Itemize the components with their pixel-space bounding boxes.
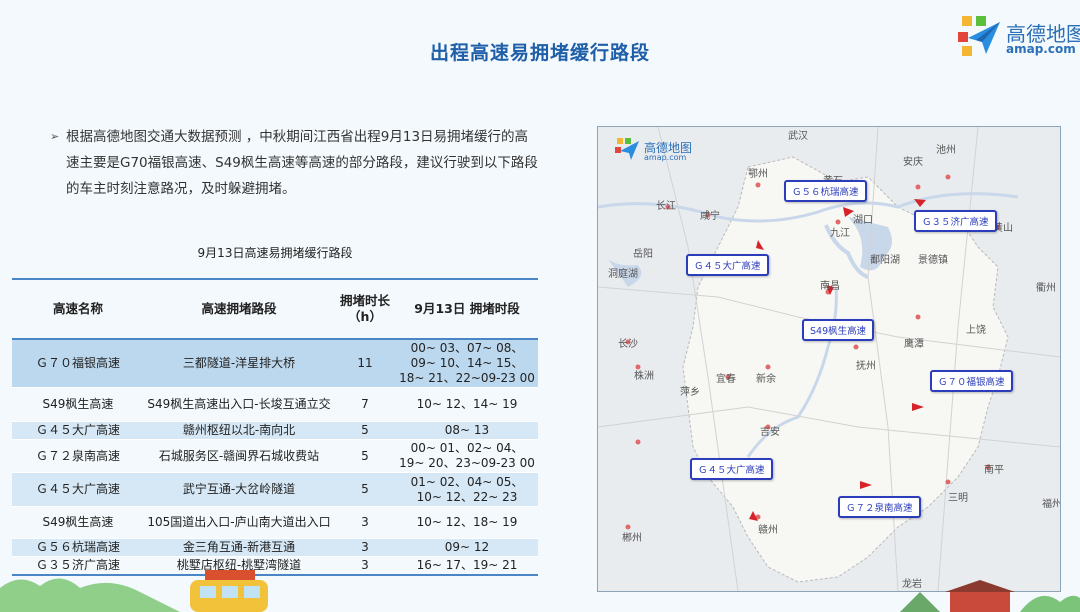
city-label: 鹰潭 xyxy=(904,339,924,350)
table-cell: Ｇ４５大广高速 xyxy=(12,472,144,507)
table-cell: 5 xyxy=(334,421,396,440)
table-row: Ｇ７０福银高速 三都隧道-洋星排大桥 11 00~ 03、07~ 08、09~ … xyxy=(12,339,538,388)
table-cell: Ｇ４５大广高速 xyxy=(12,421,144,440)
city-label: 抚州 xyxy=(856,361,876,372)
brand-logo: 高德地图 amap.com xyxy=(956,14,1080,66)
table-cell: 00~ 01、02~ 04、19~ 20、23~09-23 00 xyxy=(396,439,538,473)
city-label: 上饶 xyxy=(966,325,986,336)
table-cell: 三都隧道-洋星排大桥 xyxy=(144,339,334,388)
table-cell: 3 xyxy=(334,538,396,557)
city-label: 咸宁 xyxy=(700,211,720,222)
road-label-g70[interactable]: Ｇ７０福银高速 xyxy=(930,370,1013,392)
city-label: 鄱阳湖 xyxy=(870,255,900,266)
table-cell: 105国道出入口-庐山南大道出入口 xyxy=(144,506,334,539)
table-row: Ｇ４５大广高速 武宁互通-大岔岭隧道 5 01~ 02、04~ 05、10~ 1… xyxy=(12,472,538,507)
city-label: 新余 xyxy=(756,374,776,385)
city-label: 安庆 xyxy=(903,157,923,168)
city-label: 南昌 xyxy=(820,281,840,292)
table-cell: 08~ 13 xyxy=(396,421,538,440)
table-row: Ｇ４５大广高速 赣州枢纽以北-南向北 5 08~ 13 xyxy=(12,421,538,440)
page-title: 出程高速易拥堵缓行路段 xyxy=(429,42,650,64)
table-title: 9月13日高速易拥堵缓行路段 xyxy=(197,246,353,260)
column-header: 高速拥堵路段 xyxy=(144,278,334,340)
table-cell: 09~ 12 xyxy=(396,538,538,557)
city-label: 池州 xyxy=(936,145,956,156)
traffic-map[interactable]: 高德地图 amap.com 武汉 鄂州 黄石 安庆 池州 长江 咸宁 九江 湖口… xyxy=(597,126,1061,592)
city-label: 景德镇 xyxy=(918,255,948,266)
map-logo: 高德地图 amap.com xyxy=(614,137,724,167)
table-cell: 3 xyxy=(334,506,396,539)
road-label-g45-north[interactable]: Ｇ４５大广高速 xyxy=(686,254,769,276)
intro-text: 根据高德地图交通大数据预测 ，中秋期间江西省出程9月13日易拥堵缓行的高速主要是… xyxy=(66,129,538,197)
table-cell: 7 xyxy=(334,387,396,422)
table-row: Ｇ７２泉南高速 石城服务区-赣闽界石城收费站 5 00~ 01、02~ 04、1… xyxy=(12,439,538,473)
city-label: 湖口 xyxy=(853,215,873,226)
city-label: 赣州 xyxy=(758,525,778,536)
congestion-table: 高速名称 高速拥堵路段 拥堵时长（h） 9月13日 拥堵时段 Ｇ７０福银高速 三… xyxy=(12,278,538,576)
amap-plane-logo-icon xyxy=(958,16,1000,56)
table-cell: 石城服务区-赣闽界石城收费站 xyxy=(144,439,334,473)
city-label: 鄂州 xyxy=(748,169,768,180)
city-label: 衢州 xyxy=(1036,283,1056,294)
city-label: 南平 xyxy=(984,465,1004,476)
road-label-g72[interactable]: Ｇ７２泉南高速 xyxy=(838,496,921,518)
city-label: 长沙 xyxy=(618,339,638,350)
city-label: 长江 xyxy=(656,201,676,212)
table-row: S49枫生高速 105国道出入口-庐山南大道出入口 3 10~ 12、18~ 1… xyxy=(12,506,538,539)
city-label: 福州 xyxy=(1042,499,1061,510)
table-cell: 5 xyxy=(334,439,396,473)
table-cell: 00~ 03、07~ 08、09~ 10、14~ 15、18~ 21、22~09… xyxy=(396,339,538,388)
table-cell: Ｇ５６杭瑞高速 xyxy=(12,538,144,557)
table-cell: S49枫生高速 xyxy=(12,506,144,539)
table-cell: 01~ 02、04~ 05、10~ 12、22~ 23 xyxy=(396,472,538,507)
city-label: 宜春 xyxy=(716,374,736,385)
amap-plane-logo-icon xyxy=(615,138,639,160)
table-cell: 武宁互通-大岔岭隧道 xyxy=(144,472,334,507)
road-label-g56[interactable]: Ｇ５６杭瑞高速 xyxy=(784,180,867,202)
table-cell: 5 xyxy=(334,472,396,507)
city-label: 武汉 xyxy=(788,131,808,142)
table-cell: 10~ 12、14~ 19 xyxy=(396,387,538,422)
road-label-g45-south[interactable]: Ｇ４５大广高速 xyxy=(690,458,773,480)
column-header: 9月13日 拥堵时段 xyxy=(396,278,538,340)
city-label: 三明 xyxy=(948,493,968,504)
city-label: 株洲 xyxy=(634,371,654,382)
table-row: S49枫生高速 S49枫生高速出入口-长埈互通立交 7 10~ 12、14~ 1… xyxy=(12,387,538,422)
table-row: Ｇ５６杭瑞高速 金三角互通-新港互通 3 09~ 12 xyxy=(12,538,538,557)
table-header-row: 高速名称 高速拥堵路段 拥堵时长（h） 9月13日 拥堵时段 xyxy=(12,278,538,340)
table-cell: 10~ 12、18~ 19 xyxy=(396,506,538,539)
table-cell: 11 xyxy=(334,339,396,388)
column-header: 高速名称 xyxy=(12,278,144,340)
map-logo-domain: amap.com xyxy=(644,153,687,162)
table-cell: Ｇ７０福银高速 xyxy=(12,339,144,388)
column-header: 拥堵时长（h） xyxy=(334,278,396,340)
city-label: 岳阳 xyxy=(633,249,653,260)
road-label-s49[interactable]: S49枫生高速 xyxy=(802,319,875,341)
city-label: 吉安 xyxy=(760,427,780,438)
intro-paragraph: ➢ 根据高德地图交通大数据预测 ，中秋期间江西省出程9月13日易拥堵缓行的高速主… xyxy=(50,124,540,202)
brand-domain: amap.com xyxy=(1006,42,1076,56)
table-cell: S49枫生高速出入口-长埈互通立交 xyxy=(144,387,334,422)
bullet-arrow-icon: ➢ xyxy=(50,130,60,143)
table-cell: 金三角互通-新港互通 xyxy=(144,538,334,557)
city-label: 九江 xyxy=(830,228,850,239)
table-cell: S49枫生高速 xyxy=(12,387,144,422)
city-label: 郴州 xyxy=(622,533,642,544)
footer-illustration xyxy=(0,570,1080,612)
table-cell: 赣州枢纽以北-南向北 xyxy=(144,421,334,440)
city-label: 萍乡 xyxy=(680,387,700,398)
table-cell: Ｇ７２泉南高速 xyxy=(12,439,144,473)
road-label-g35[interactable]: Ｇ３５济广高速 xyxy=(914,210,997,232)
city-label: 洞庭湖 xyxy=(608,269,638,280)
